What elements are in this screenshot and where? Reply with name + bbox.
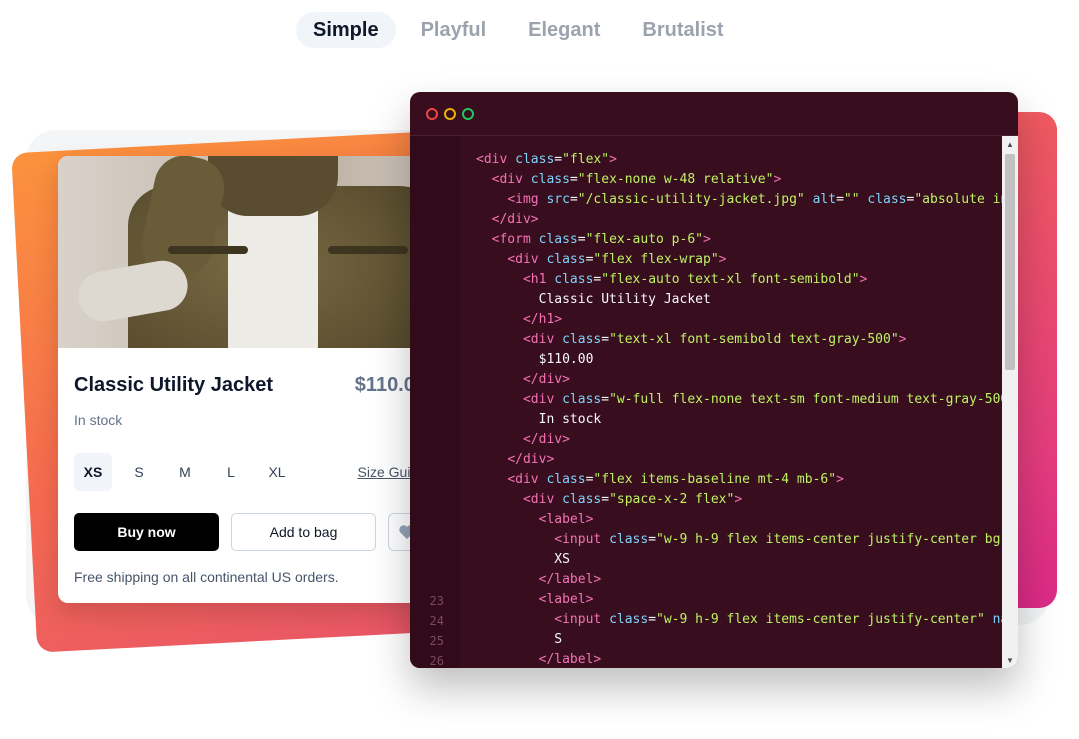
size-option-xs[interactable]: XS: [74, 453, 112, 491]
buy-now-button[interactable]: Buy now: [74, 513, 219, 551]
code-line: </div>: [491, 212, 539, 227]
scroll-up-icon[interactable]: ▲: [1002, 136, 1018, 152]
tab-playful[interactable]: Playful: [404, 12, 504, 48]
line-number: 23: [429, 594, 444, 608]
scroll-thumb[interactable]: [1005, 154, 1015, 370]
code-line: <div class="flex">: [476, 152, 617, 167]
code-line: <div class="text-xl font-semibold text-g…: [522, 332, 907, 347]
code-content: <div class="flex"> <div class="flex-none…: [476, 150, 1016, 668]
code-line: <div class="flex items-baseline mt-4 mb-…: [507, 472, 844, 487]
line-gutter: 23 24 25 26: [410, 136, 460, 668]
size-selector: XS S M L XL Size Guide: [74, 453, 426, 491]
code-line: <form class="flex-auto p-6">: [491, 232, 711, 247]
purchase-actions: Buy now Add to bag: [74, 513, 426, 551]
vertical-scrollbar[interactable]: ▲ ▼: [1002, 136, 1018, 668]
code-line: </div>: [522, 432, 570, 447]
scroll-down-icon[interactable]: ▼: [1002, 652, 1018, 668]
code-line: <img src="/classic-utility-jacket.jpg" a…: [507, 192, 1009, 207]
maximize-dot-icon[interactable]: [462, 107, 474, 120]
code-line: In stock: [476, 412, 602, 427]
code-line: <input class="w-9 h-9 flex items-center …: [554, 612, 1016, 627]
product-name: Classic Utility Jacket: [74, 374, 273, 396]
code-line: </label>: [538, 572, 602, 587]
code-line: <div class="w-full flex-none text-sm fon…: [522, 392, 1009, 407]
code-line: <div class="flex-none w-48 relative">: [491, 172, 782, 187]
stage: Simple Playful Elegant Brutalist Classic…: [0, 0, 1079, 739]
code-line: <h1 class="flex-auto text-xl font-semibo…: [522, 272, 868, 287]
tab-simple[interactable]: Simple: [296, 12, 396, 48]
product-photo: [58, 156, 442, 348]
size-option-xl[interactable]: XL: [258, 453, 296, 491]
code-line: S: [476, 632, 563, 647]
code-line: XS: [476, 552, 570, 567]
product-details: Classic Utility Jacket $110.00 In stock …: [58, 348, 442, 585]
code-line: </h1>: [522, 312, 563, 327]
code-line: <div class="space-x-2 flex">: [522, 492, 743, 507]
product-card: Classic Utility Jacket $110.00 In stock …: [58, 156, 442, 603]
style-tabs: Simple Playful Elegant Brutalist: [296, 12, 749, 48]
code-line: <input class="w-9 h-9 flex items-center …: [554, 532, 1017, 547]
code-line: </div>: [522, 372, 570, 387]
stock-status: In stock: [74, 412, 123, 428]
code-line: Classic Utility Jacket: [476, 292, 711, 307]
code-line: </label>: [538, 652, 602, 667]
shipping-note: Free shipping on all continental US orde…: [74, 569, 339, 585]
collar-shape: [208, 156, 338, 216]
line-number: 25: [429, 634, 444, 648]
add-to-bag-button[interactable]: Add to bag: [231, 513, 376, 551]
pocket-shape: [168, 246, 248, 254]
close-dot-icon[interactable]: [426, 107, 438, 120]
minimize-dot-icon[interactable]: [444, 107, 456, 120]
code-line: <div class="flex flex-wrap">: [507, 252, 727, 267]
code-line: <label>: [538, 512, 594, 527]
code-window: 23 24 25 26 <div class="flex"> <div clas…: [410, 92, 1018, 668]
code-line: <label>: [538, 592, 594, 607]
size-option-m[interactable]: M: [166, 453, 204, 491]
size-option-l[interactable]: L: [212, 453, 250, 491]
line-number: 24: [429, 614, 444, 628]
tab-brutalist[interactable]: Brutalist: [625, 12, 740, 48]
pocket-shape: [328, 246, 408, 254]
line-number: 26: [429, 654, 444, 668]
tab-elegant[interactable]: Elegant: [511, 12, 617, 48]
size-option-s[interactable]: S: [120, 453, 158, 491]
window-titlebar: [410, 92, 1018, 136]
code-line: </div>: [507, 452, 555, 467]
code-line: $110.00: [476, 352, 594, 367]
